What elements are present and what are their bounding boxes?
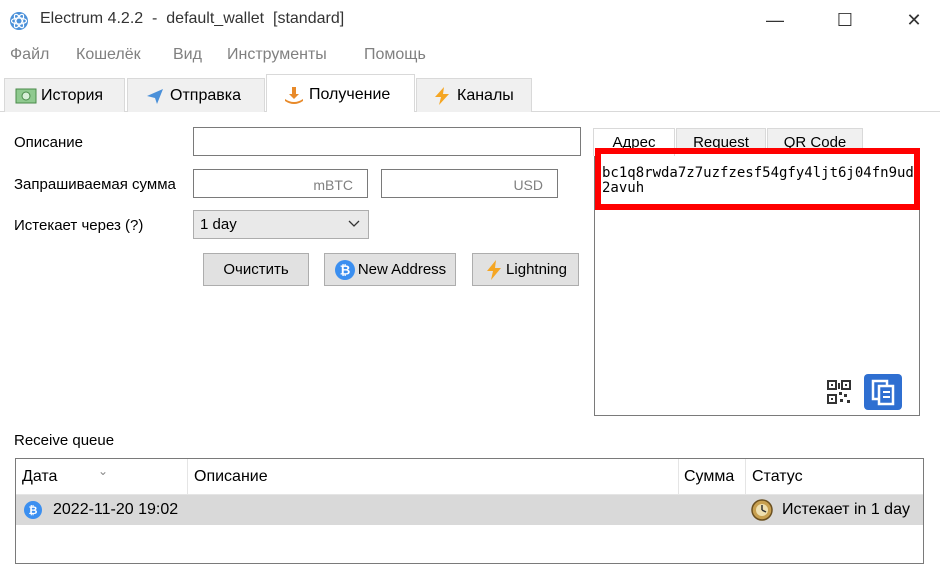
tab-label: Каналы	[457, 87, 514, 104]
clear-button-label: Очистить	[223, 261, 289, 278]
amount-label: Запрашиваемая сумма	[14, 176, 176, 193]
maximize-button[interactable]: ☐	[830, 8, 860, 32]
address-highlight-box	[595, 148, 920, 210]
send-icon	[147, 88, 163, 104]
lightning-icon	[487, 260, 502, 281]
description-label: Описание	[14, 134, 84, 151]
copy-button[interactable]	[864, 374, 902, 410]
lightning-icon	[435, 86, 449, 105]
minimize-button[interactable]: —	[760, 8, 790, 32]
amount-btc-unit: mBTC	[313, 177, 353, 193]
new-address-label: New Address	[357, 261, 447, 278]
menu-help[interactable]: Помощь	[364, 46, 426, 64]
column-amount-label: Сумма	[684, 468, 735, 485]
lightning-button[interactable]: Lightning	[472, 253, 579, 286]
window-title: Electrum 4.2.2 - default_wallet [standar…	[40, 10, 345, 27]
receive-icon	[285, 86, 303, 104]
column-header-status[interactable]: Статус	[746, 459, 923, 495]
table-header: ⌄ Дата Описание Сумма Статус	[16, 459, 923, 495]
table-row[interactable]: ₿ 2022-11-20 19:02 Истекает in 1 day	[16, 495, 923, 525]
svg-text:₿: ₿	[29, 504, 38, 517]
description-input[interactable]	[193, 127, 581, 156]
column-description-label: Описание	[194, 468, 268, 485]
tab-label: Отправка	[170, 87, 241, 104]
column-header-amount[interactable]: Сумма	[679, 459, 746, 495]
sort-caret-icon: ⌄	[98, 464, 109, 478]
copy-icon	[871, 379, 895, 406]
tab-history[interactable]: История	[4, 78, 125, 112]
column-status-label: Статус	[752, 468, 803, 485]
tab-label: История	[41, 87, 104, 104]
menu-file[interactable]: Файл	[10, 46, 49, 64]
clear-button[interactable]: Очистить	[203, 253, 309, 286]
column-header-description[interactable]: Описание	[188, 459, 679, 495]
expiring-clock-icon	[751, 499, 773, 521]
column-header-date[interactable]: ⌄ Дата	[16, 459, 188, 495]
amount-btc-input[interactable]: mBTC	[193, 169, 368, 198]
row-date: 2022-11-20 19:02	[53, 501, 179, 518]
new-address-button[interactable]: ₿ New Address	[324, 253, 456, 286]
expires-value: 1 day	[200, 216, 237, 233]
column-date-label: Дата	[22, 468, 58, 485]
bitcoin-icon: ₿	[24, 501, 42, 519]
menu-wallet[interactable]: Кошелёк	[76, 46, 141, 64]
tab-receive[interactable]: Получение	[266, 74, 415, 112]
amount-fiat-input[interactable]: USD	[381, 169, 558, 198]
amount-fiat-unit: USD	[513, 177, 543, 193]
receive-queue-table: ⌄ Дата Описание Сумма Статус ₿ 2022-11-2…	[15, 458, 924, 564]
qr-code-icon[interactable]	[827, 380, 851, 404]
expires-select[interactable]: 1 day	[193, 210, 369, 239]
tab-send[interactable]: Отправка	[127, 78, 265, 112]
lightning-label: Lightning	[506, 261, 567, 278]
expires-label[interactable]: Истекает через (?)	[14, 217, 143, 234]
electrum-logo-icon	[10, 12, 28, 30]
bitcoin-icon: ₿	[334, 260, 355, 281]
svg-text:₿: ₿	[340, 264, 351, 279]
chevron-down-icon	[348, 220, 360, 227]
row-status: Истекает in 1 day	[782, 501, 910, 518]
close-button[interactable]: ✕	[899, 8, 929, 32]
title-bar: Electrum 4.2.2 - default_wallet [standar…	[0, 0, 940, 40]
tab-channels[interactable]: Каналы	[416, 78, 532, 112]
menu-view[interactable]: Вид	[173, 46, 202, 64]
tab-label: Получение	[309, 86, 391, 103]
history-icon	[15, 88, 37, 104]
menu-tools[interactable]: Инструменты	[227, 46, 327, 64]
receive-queue-label: Receive queue	[14, 432, 115, 449]
